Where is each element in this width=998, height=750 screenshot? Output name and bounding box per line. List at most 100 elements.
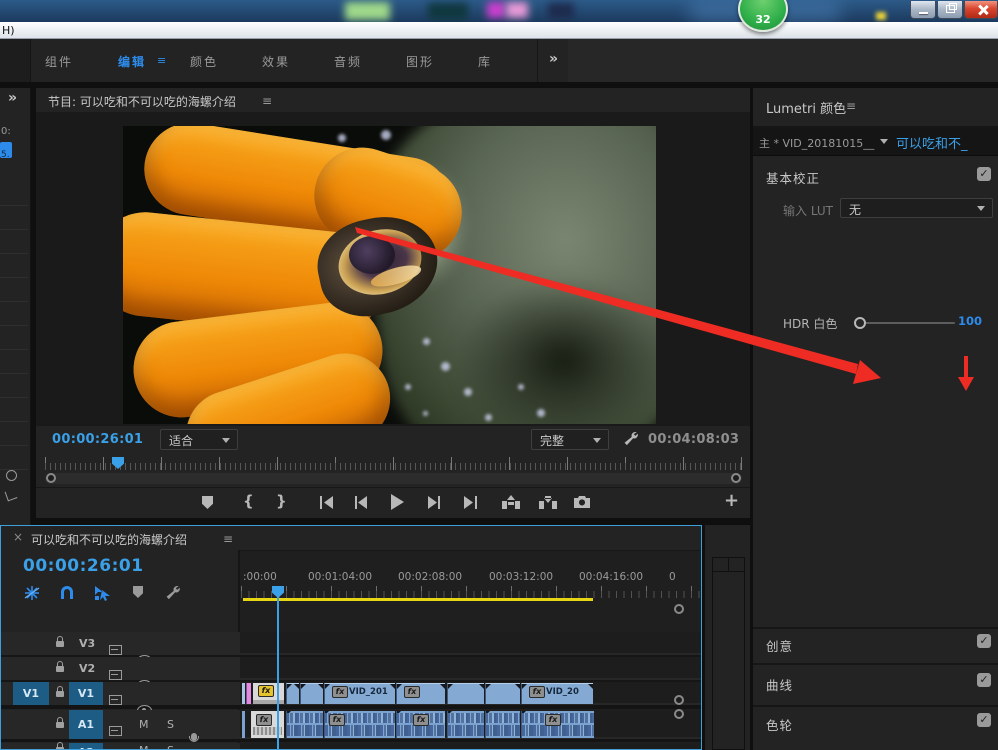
rail-selected-item[interactable]: 5. (0, 142, 12, 160)
track-target-a2[interactable]: A2 (69, 743, 103, 749)
video-clip[interactable]: fx (396, 683, 445, 704)
sync-lock-icon[interactable] (109, 645, 122, 655)
tab-editing[interactable]: 编辑 (118, 53, 146, 70)
audio-clip-selected[interactable]: fx (251, 711, 284, 738)
sync-lock-icon[interactable] (109, 670, 122, 680)
timeline-ruler-ticks[interactable] (241, 586, 701, 598)
rail-expand-icon[interactable]: » (8, 90, 17, 106)
lumetri-menu-icon[interactable]: ≡ (846, 99, 856, 113)
timeline-playhead-line[interactable] (277, 592, 279, 749)
scrollbar-cap[interactable] (713, 558, 744, 572)
monitor-quality-select[interactable]: 完整 (531, 429, 609, 450)
tab-audio[interactable]: 音频 (334, 53, 362, 70)
close-button[interactable] (964, 1, 998, 19)
monitor-zoom-select[interactable]: 适合 (160, 429, 238, 450)
program-video-frame[interactable] (123, 126, 656, 424)
sync-lock-icon[interactable] (109, 695, 122, 705)
timeline-menu-icon[interactable]: ≡ (223, 532, 233, 546)
hdr-white-slider-knob[interactable] (854, 317, 866, 329)
audio-clip[interactable]: fx (396, 711, 445, 738)
mute-button[interactable]: M (139, 744, 149, 749)
section-wheels[interactable]: 色轮 (766, 715, 793, 734)
track-name-v3[interactable]: V3 (79, 637, 95, 650)
scrollbar-dot[interactable] (674, 709, 684, 719)
input-lut-select[interactable]: 无 (840, 198, 993, 218)
video-clip[interactable]: fx VID_201 (324, 683, 395, 704)
clip-selected[interactable]: fx (253, 683, 284, 704)
wheels-checkbox[interactable]: ✓ (977, 713, 991, 727)
add-button-icon[interactable]: + (724, 490, 739, 511)
video-clip[interactable] (300, 683, 323, 704)
audio-clip[interactable] (286, 711, 323, 738)
section-creative[interactable]: 创意 (766, 636, 793, 655)
minimize-button[interactable] (910, 1, 936, 19)
monitor-settings-wrench-icon[interactable] (622, 430, 639, 447)
track-target-a1[interactable]: A1 (69, 710, 103, 739)
scrollbar-dot[interactable] (674, 604, 684, 614)
monitor-current-timecode[interactable]: 00:00:26:01 (52, 432, 143, 447)
tab-overflow-icon[interactable]: » (549, 51, 558, 67)
rail-bottom-icon-pencil[interactable] (4, 488, 18, 502)
mute-button[interactable]: M (139, 718, 149, 731)
lock-icon[interactable] (56, 661, 64, 672)
vertical-scrollbar[interactable] (712, 557, 745, 750)
audio-clip[interactable]: fx (324, 711, 395, 738)
nest-toggle-icon[interactable] (24, 585, 40, 601)
linked-selection-icon[interactable] (94, 585, 111, 601)
track-content-v2[interactable] (240, 657, 701, 678)
tab-graphics[interactable]: 图形 (406, 53, 434, 70)
scrollbar-handle-left[interactable] (46, 473, 56, 483)
scrollbar-handle-right[interactable] (731, 473, 741, 483)
mark-out-icon[interactable]: } (276, 492, 287, 510)
lumetri-master-label[interactable]: 主 * VID_20181015__ (759, 135, 874, 151)
section-basic-correction[interactable]: 基本校正 (766, 168, 820, 187)
source-patch-v1[interactable]: V1 (13, 682, 49, 705)
timeline-current-timecode[interactable]: 00:00:26:01 (23, 556, 144, 576)
clip-pink[interactable] (246, 683, 251, 704)
section-curves[interactable]: 曲线 (766, 675, 793, 694)
tab-effects[interactable]: 效果 (262, 53, 290, 70)
track-content-v3[interactable] (240, 632, 701, 653)
tab-editing-menu-icon[interactable]: ≡ (157, 54, 166, 67)
export-frame-icon[interactable] (574, 496, 590, 508)
audio-clip[interactable] (485, 711, 520, 738)
curves-checkbox[interactable]: ✓ (977, 673, 991, 687)
step-back-icon[interactable] (354, 496, 368, 509)
audio-clip[interactable] (447, 711, 484, 738)
go-to-out-icon[interactable] (463, 496, 479, 509)
audio-clip[interactable]: fx (521, 711, 594, 738)
transport-marker-icon[interactable] (202, 496, 213, 509)
clip-sliver[interactable] (242, 683, 245, 704)
mark-in-icon[interactable]: { (243, 492, 254, 510)
tab-color[interactable]: 颜色 (190, 53, 218, 70)
track-content-a2[interactable] (240, 743, 701, 749)
extract-icon[interactable] (539, 495, 557, 509)
rail-bottom-icon-circle[interactable] (6, 470, 17, 481)
maximize-button[interactable] (937, 1, 963, 19)
mic-icon[interactable] (188, 733, 199, 747)
lock-icon[interactable] (56, 636, 64, 647)
video-clip[interactable] (286, 683, 299, 704)
track-name-v2[interactable]: V2 (79, 662, 95, 675)
close-icon[interactable]: × (13, 530, 23, 544)
track-target-v1[interactable]: V1 (69, 682, 103, 705)
monitor-ruler[interactable] (45, 457, 742, 470)
snap-magnet-icon[interactable] (61, 586, 73, 599)
basic-correction-checkbox[interactable]: ✓ (977, 167, 991, 181)
step-forward-icon[interactable] (427, 496, 441, 509)
hdr-white-value[interactable]: 100 (930, 314, 982, 328)
lock-icon[interactable] (56, 717, 64, 728)
tab-assembly[interactable]: 组件 (45, 53, 73, 70)
work-area-bar[interactable] (243, 598, 593, 601)
timeline-settings-wrench-icon[interactable] (164, 584, 181, 601)
video-clip[interactable] (447, 683, 484, 704)
audio-clip-sliver[interactable] (242, 711, 245, 738)
monitor-scrollbar[interactable] (45, 473, 742, 484)
play-icon[interactable] (390, 494, 404, 510)
lift-icon[interactable] (502, 495, 520, 509)
app-titlebar[interactable]: H) (0, 22, 998, 39)
video-clip[interactable]: fx VID_20 (521, 683, 593, 704)
solo-button[interactable]: S (167, 744, 174, 749)
video-clip[interactable] (485, 683, 520, 704)
lock-icon[interactable] (56, 686, 64, 697)
